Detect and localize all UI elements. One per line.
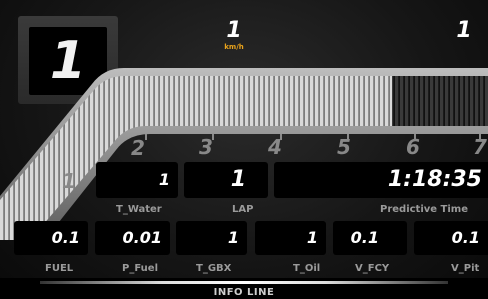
v-fcy-value: 0.1 — [350, 228, 379, 247]
p-fuel-box: 0.01 — [95, 221, 170, 255]
fuel-box: 0.1 — [14, 221, 88, 255]
rpm-mark-6: 6 — [406, 135, 420, 159]
t-oil-box: 1 — [255, 221, 326, 255]
dashboard-screen: 1 1 km/h 1 1 2 3 4 5 6 7 1 T_Water 1 LAP… — [0, 0, 488, 299]
lap-value: 1 — [230, 167, 246, 192]
v-fcy-label: V_FCY — [355, 263, 390, 274]
t-gbx-label: T_GBX — [196, 263, 232, 274]
lap-label: LAP — [232, 204, 254, 215]
t-water-value: 1 — [158, 170, 170, 189]
v-pit-label: V_Pit — [451, 263, 480, 274]
v-pit-box: 0.1 — [414, 221, 488, 255]
rpm-mark-4: 4 — [268, 135, 282, 159]
fuel-label: FUEL — [45, 263, 74, 274]
v-pit-value: 0.1 — [451, 228, 480, 247]
t-gbx-value: 1 — [227, 228, 239, 247]
rpm-mark-5: 5 — [337, 135, 351, 159]
predictive-time-box: 1:18:35 — [274, 162, 488, 198]
p-fuel-label: P_Fuel — [122, 263, 158, 274]
t-oil-value: 1 — [306, 228, 318, 247]
rev-bar-unlit — [392, 76, 488, 126]
lap-box: 1 — [184, 162, 268, 198]
t-gbx-box: 1 — [176, 221, 247, 255]
info-line-label: INFO LINE — [213, 287, 275, 298]
rpm-mark-2: 2 — [131, 136, 145, 160]
fuel-value: 0.1 — [51, 228, 80, 247]
p-fuel-value: 0.01 — [122, 228, 162, 247]
t-oil-label: T_Oil — [293, 263, 321, 274]
t-water-label: T_Water — [116, 204, 162, 215]
info-line-divider — [40, 281, 448, 284]
v-fcy-box: 0.1 — [333, 221, 407, 255]
info-line: INFO LINE — [0, 278, 488, 299]
rpm-mark-3: 3 — [199, 135, 213, 159]
predictive-time-label: Predictive Time — [380, 204, 468, 215]
predictive-time-value: 1:18:35 — [387, 167, 482, 192]
rpm-mark-1: 1 — [62, 169, 76, 193]
rpm-mark-7: 7 — [473, 135, 487, 159]
t-water-box: 1 — [96, 162, 178, 198]
